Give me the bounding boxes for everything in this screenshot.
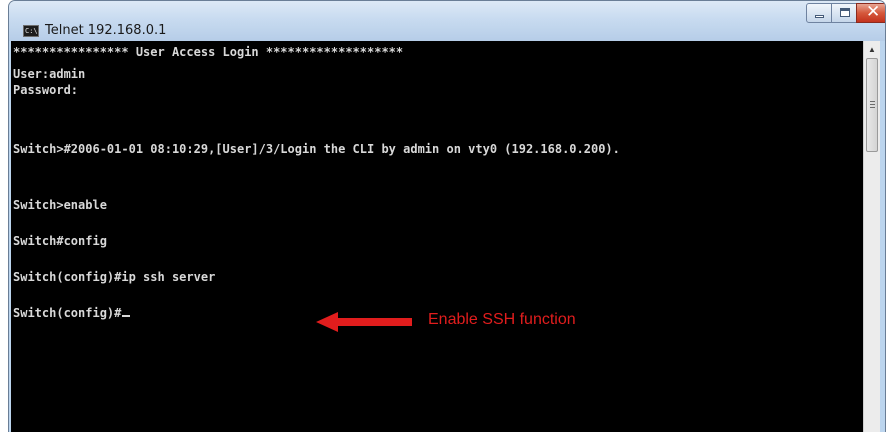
- minimize-button[interactable]: [806, 3, 832, 23]
- console-output[interactable]: **************** User Access Login *****…: [11, 41, 863, 432]
- title-bar[interactable]: C:\ Telnet 192.168.0.1 ✕: [9, 1, 885, 41]
- text-cursor: [122, 315, 131, 317]
- close-button[interactable]: ✕: [856, 2, 885, 23]
- console-app-icon[interactable]: C:\: [23, 25, 39, 37]
- maximize-button[interactable]: [831, 3, 857, 23]
- grip-line: [870, 101, 875, 102]
- console-line-login-log: Switch>#2006-01-01 08:10:29,[User]/3/Log…: [13, 142, 620, 156]
- console-line-login-banner: **************** User Access Login *****…: [13, 45, 404, 59]
- prompt-text: Switch(config)#: [13, 306, 122, 320]
- red-arrow-icon: [316, 312, 412, 332]
- console-line-password: Password:: [13, 83, 79, 97]
- close-icon: ✕: [866, 2, 881, 22]
- grip-line: [870, 104, 875, 105]
- scroll-up-arrow-icon[interactable]: ▲: [864, 41, 880, 58]
- minimize-icon: [815, 15, 824, 18]
- annotation-label: Enable SSH function: [428, 311, 576, 328]
- window-title: Telnet 192.168.0.1: [45, 23, 167, 38]
- grip-line: [870, 107, 875, 108]
- console-line-prompt[interactable]: Switch(config)#: [13, 306, 131, 320]
- maximize-icon: [840, 8, 850, 17]
- console-line-config: Switch#config: [13, 234, 107, 248]
- vertical-scrollbar[interactable]: ▲: [863, 41, 880, 432]
- console-line-enable: Switch>enable: [13, 198, 107, 212]
- telnet-window: C:\ Telnet 192.168.0.1 ✕ ***************…: [8, 0, 886, 432]
- scroll-thumb[interactable]: [866, 58, 878, 152]
- console-line-user: User:admin: [13, 67, 86, 81]
- console-line-ssh-command: Switch(config)#ip ssh server: [13, 270, 216, 284]
